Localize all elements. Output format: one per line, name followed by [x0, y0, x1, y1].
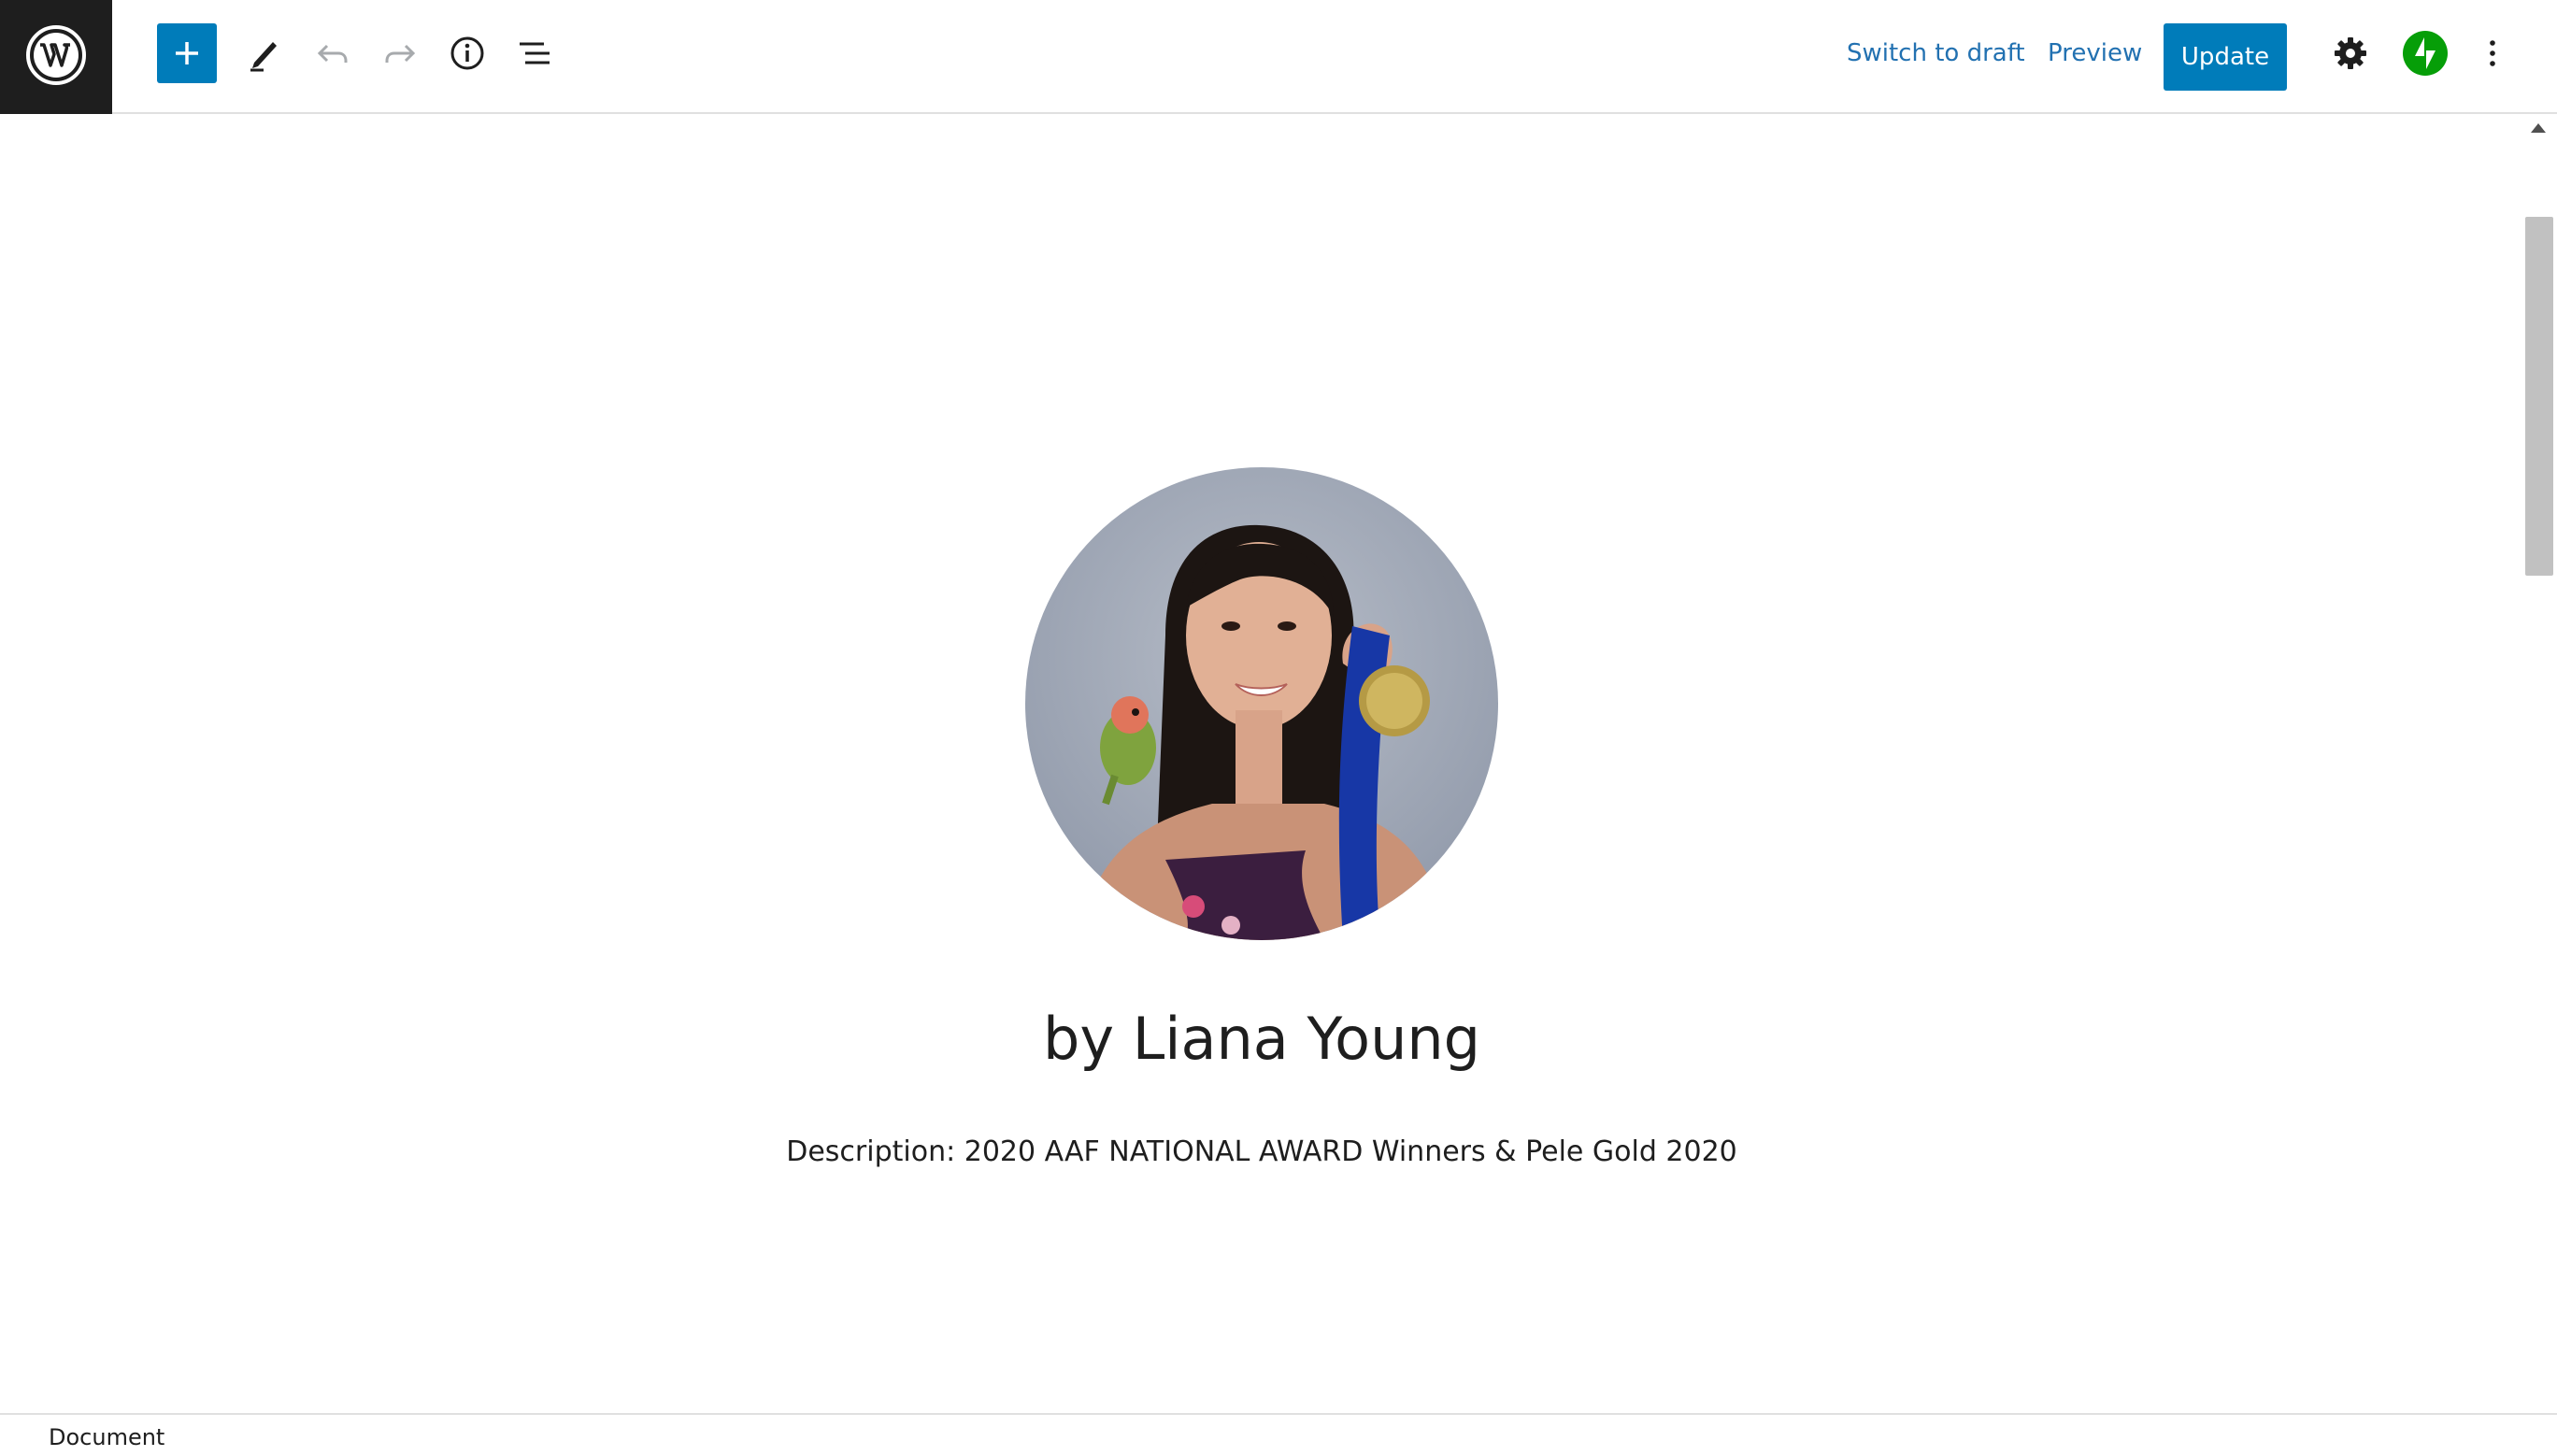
- wordpress-logo-icon: [25, 24, 87, 91]
- preview-button[interactable]: Preview: [2048, 39, 2142, 67]
- settings-button[interactable]: [2321, 23, 2380, 83]
- add-block-button[interactable]: [157, 23, 217, 83]
- profile-photo[interactable]: [1025, 467, 1498, 940]
- scrollbar-thumb[interactable]: [2525, 217, 2553, 576]
- list-view-button[interactable]: [505, 23, 564, 83]
- options-menu-button[interactable]: [2463, 23, 2522, 83]
- plus-icon: [172, 38, 202, 68]
- jetpack-button[interactable]: [2395, 23, 2455, 83]
- redo-button[interactable]: [370, 23, 430, 83]
- more-vertical-icon: [2474, 35, 2511, 72]
- wordpress-logo-button[interactable]: [0, 0, 112, 114]
- switch-to-draft-button[interactable]: Switch to draft: [1847, 39, 2025, 67]
- update-button[interactable]: Update: [2164, 23, 2287, 91]
- tools-edit-button[interactable]: [234, 23, 293, 83]
- author-byline[interactable]: by Liana Young: [0, 1005, 2523, 1073]
- info-icon: [449, 35, 486, 72]
- breadcrumb-document[interactable]: Document: [49, 1424, 164, 1450]
- undo-button[interactable]: [303, 23, 363, 83]
- list-view-icon: [516, 35, 553, 72]
- editor-header: Switch to draft Preview Update: [0, 0, 2557, 114]
- scroll-up-arrow[interactable]: [2531, 123, 2546, 133]
- details-info-button[interactable]: [437, 23, 497, 83]
- description-paragraph[interactable]: Description: 2020 AAF NATIONAL AWARD Win…: [0, 1135, 2523, 1168]
- undo-icon: [314, 35, 351, 72]
- redo-icon: [381, 35, 419, 72]
- gear-icon: [2332, 35, 2369, 72]
- block-breadcrumb-bar: Document: [0, 1413, 2557, 1456]
- jetpack-bolt-icon: [2402, 30, 2449, 77]
- pencil-icon: [245, 35, 282, 72]
